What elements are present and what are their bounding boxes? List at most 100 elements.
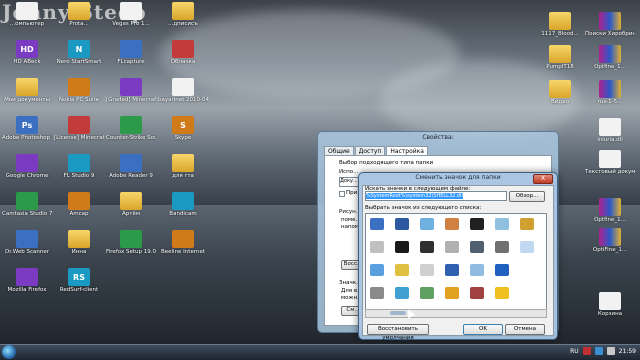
desktop-icon[interactable]: 1117_Blood... [535, 12, 585, 37]
desktop-icon[interactable]: S Skype [158, 116, 208, 141]
shell-icon-option[interactable] [370, 241, 384, 253]
desktop-icon[interactable]: Firefox Setup 19.0.2 [106, 230, 156, 255]
desktop-icon[interactable]: Counter-Strike Source [106, 116, 156, 141]
desktop-icon[interactable]: Mozilla Firefox [2, 268, 52, 293]
desktop-icon-label: Adobe Photoshop CS5 [2, 135, 52, 141]
desktop-icon[interactable]: Bandicam [158, 192, 208, 217]
archive-icon [599, 45, 621, 63]
desktop-icon[interactable]: OptiFine_1... [585, 228, 635, 253]
desktop-icon[interactable]: [License] Minecraft [54, 116, 104, 141]
apply-subfolders-checkbox[interactable] [339, 191, 345, 197]
folder-icon [172, 154, 194, 172]
shell-icon-option[interactable] [395, 241, 409, 253]
desktop-icon-label: OptiFine_1... [592, 247, 628, 253]
desktop-icon[interactable]: ...дписисъ [158, 2, 208, 27]
desktop-icon[interactable]: Поиски Хиробрин... [585, 12, 635, 37]
clock[interactable]: 21:59 [619, 348, 636, 355]
desktop-icon[interactable]: Dr.Web Scanner [2, 230, 52, 255]
shell-icon-option[interactable] [445, 264, 459, 276]
shell-icon-option[interactable] [470, 264, 484, 276]
document-icon [599, 150, 621, 168]
icon-file-path-input[interactable]: %SystemRoot%\system32\SHELL32.dll [365, 191, 507, 201]
shell-icon-option[interactable] [420, 287, 434, 299]
shell-icon-option[interactable] [520, 241, 534, 253]
ok-button[interactable]: OK [463, 324, 503, 335]
desktop-icon[interactable]: ...омпьютер [2, 2, 52, 27]
desktop-icon[interactable]: RS RedSurf-client [54, 268, 104, 293]
app-icon [16, 268, 38, 286]
desktop-icon[interactable]: Adobe Reader 9 [106, 154, 156, 179]
shell-icon-option[interactable] [445, 287, 459, 299]
app-icon [172, 230, 194, 248]
scrollbar-thumb[interactable] [390, 311, 406, 315]
shell-icon-option[interactable] [420, 241, 434, 253]
change-icon-title: Сменить значок для папки [415, 174, 501, 181]
desktop-icon[interactable]: FLcapture [106, 40, 156, 65]
desktop-icon[interactable]: Amcap [54, 192, 104, 217]
desktop-icon[interactable]: HD HD ABeck [2, 40, 52, 65]
desktop-icon[interactable]: PsAdobe Photoshop CS5 [2, 116, 52, 141]
shell-icon-option[interactable] [470, 218, 484, 230]
desktop-icon-label: RedSurf-client [59, 287, 99, 293]
desktop-icon-label: Корзина [597, 311, 623, 317]
desktop-icon[interactable]: Артём [106, 192, 156, 217]
desktop-icon[interactable]: Camtasia Studio 7 [2, 192, 52, 217]
desktop-icon[interactable]: Мои документы [2, 78, 52, 103]
desktop-icon-label: Артём [122, 211, 140, 217]
cancel-button[interactable]: Отмена [505, 324, 545, 335]
desktop-icon[interactable]: Prota... [54, 2, 104, 27]
app-icon [16, 230, 38, 248]
desktop-icon[interactable]: iniuria.dll [585, 118, 635, 143]
shell-icon-option[interactable] [495, 241, 509, 253]
shell-icon-option[interactable] [420, 264, 434, 276]
desktop-icon[interactable]: Vegas Pro 1... [106, 2, 156, 27]
desktop-icon[interactable]: Nokia PC Suite [54, 78, 104, 103]
shell-icon-option[interactable] [395, 218, 409, 230]
shell-icon-option[interactable] [370, 264, 384, 276]
desktop-icon[interactable]: N Nero StartSmart [54, 40, 104, 65]
desktop-icon[interactable]: [Graded] Minecraft [106, 78, 156, 103]
close-icon[interactable]: X [533, 174, 553, 184]
desktop-icon[interactable]: FL Studio 9 [54, 154, 104, 179]
desktop-icon[interactable]: Google Chrome [2, 154, 52, 179]
desktop-icon[interactable]: rus-1-5... [585, 80, 635, 105]
desktop-icon[interactable]: PumpIT18 [535, 45, 585, 70]
shell-icon-option[interactable] [495, 218, 509, 230]
shell-icon-option[interactable] [370, 218, 384, 230]
tray-app-icon[interactable] [582, 347, 591, 355]
folder-icon [120, 192, 142, 210]
shell-icon-option[interactable] [395, 264, 409, 276]
icon-list-scrollbar[interactable] [365, 309, 547, 318]
shell-icon-option[interactable] [470, 241, 484, 253]
app-icon [120, 230, 142, 248]
shell-icon-option[interactable] [495, 264, 509, 276]
network-icon[interactable] [594, 347, 603, 355]
desktop-icon[interactable]: Корзина [585, 292, 635, 317]
icon-list[interactable] [365, 213, 547, 310]
folder-type-select[interactable]: Доку... [339, 177, 359, 187]
browse-button[interactable]: Обзор... [509, 191, 545, 202]
desktop-icon[interactable]: Beeline Internet [158, 230, 208, 255]
desktop-icon[interactable]: для гта [158, 154, 208, 179]
desktop-icon[interactable]: Облачка [158, 40, 208, 65]
desktop-icon[interactable]: Optfine_1... [585, 45, 635, 70]
shell-icon-option[interactable] [495, 287, 509, 299]
shell-icon-option[interactable] [470, 287, 484, 299]
desktop-icon[interactable]: Optfine_1... [585, 198, 635, 223]
language-indicator[interactable]: RU [570, 348, 579, 355]
shell-icon-option[interactable] [445, 241, 459, 253]
desktop-icon-label: Vegas Pro 1... [112, 21, 150, 27]
shell-icon-option[interactable] [395, 287, 409, 299]
shell-icon-option[interactable] [520, 218, 534, 230]
shell-icon-option[interactable] [445, 218, 459, 230]
shell-icon-option[interactable] [420, 218, 434, 230]
desktop-icon-label: Видео [551, 99, 569, 105]
shell-icon-option[interactable] [370, 287, 384, 299]
volume-icon[interactable] [606, 347, 615, 355]
restore-defaults-button[interactable]: Восстановить умолчания [367, 324, 429, 341]
desktop-icon[interactable]: Текстовый документ [585, 150, 635, 175]
desktop-icon[interactable]: Видео [535, 80, 585, 105]
start-button[interactable] [2, 345, 16, 359]
desktop-icon[interactable]: bayarinet 2010-04-2... [158, 78, 208, 103]
desktop-icon[interactable]: Инна [54, 230, 104, 255]
